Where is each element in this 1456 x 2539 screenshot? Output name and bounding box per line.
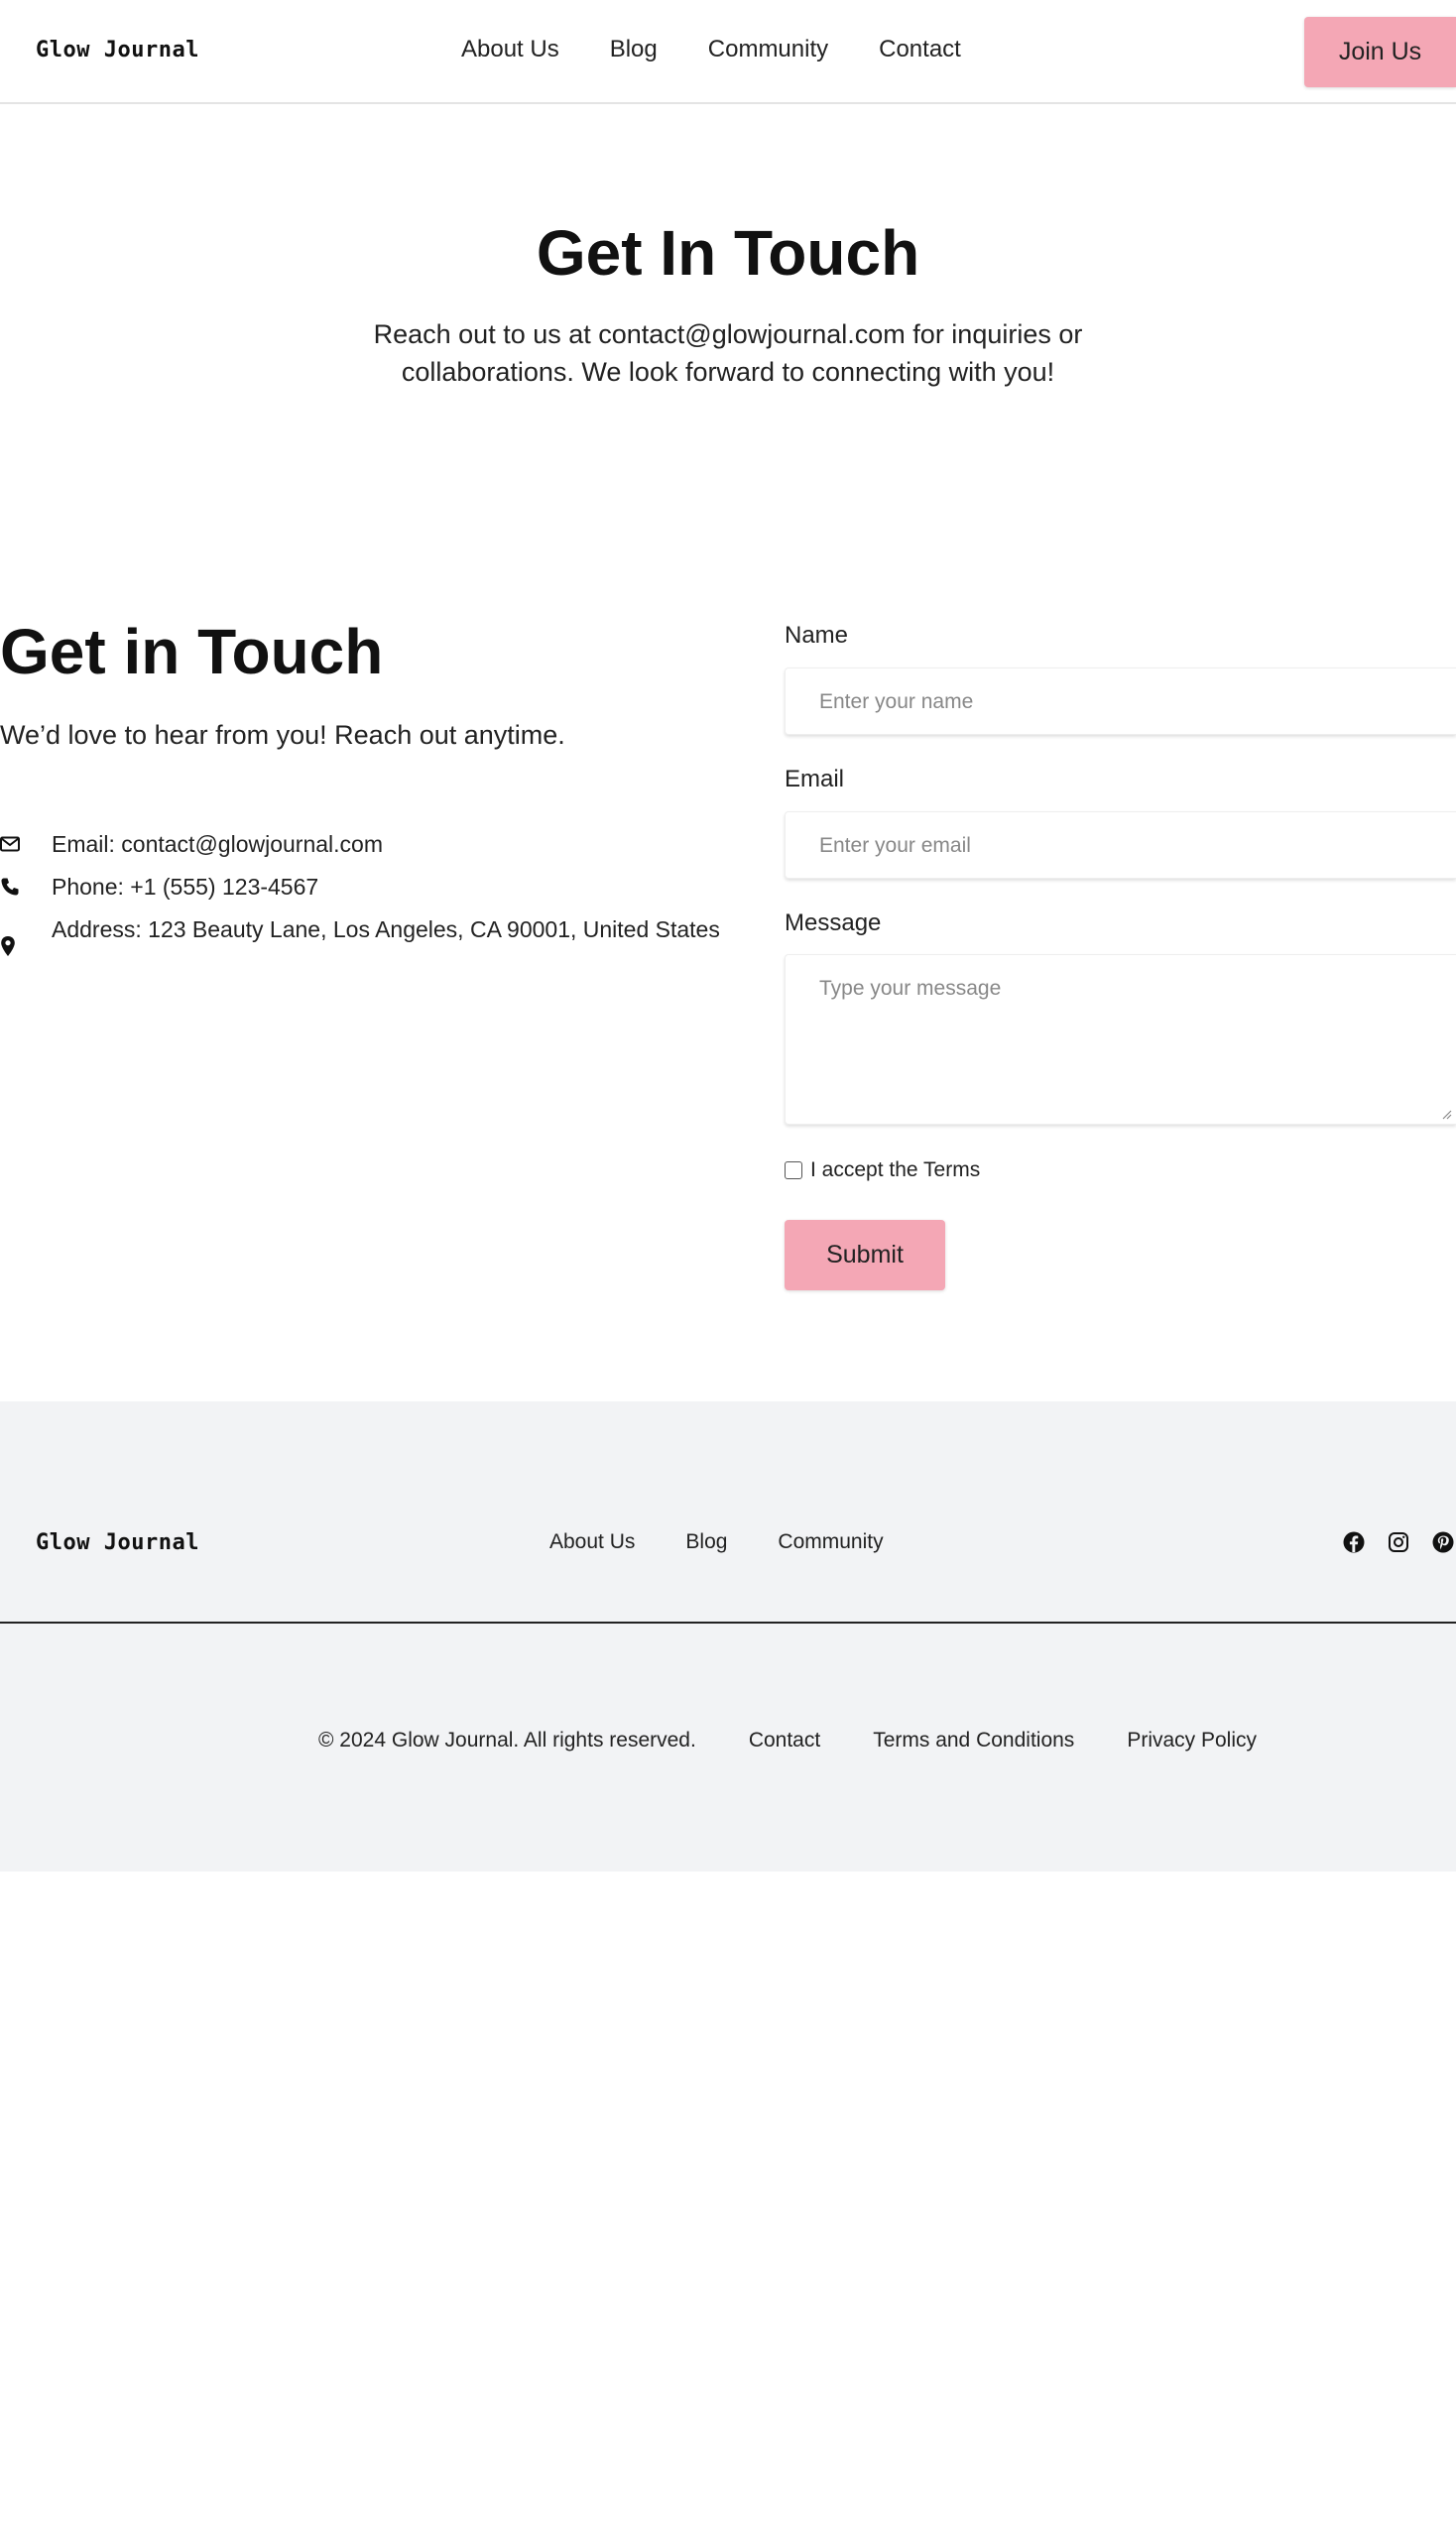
phone-icon bbox=[0, 870, 52, 904]
email-input[interactable]: Enter your email bbox=[785, 811, 1456, 879]
name-label: Name bbox=[785, 622, 849, 649]
terms-row: I accept the Terms bbox=[785, 1158, 980, 1182]
nav-contact[interactable]: Contact bbox=[879, 36, 961, 63]
facebook-icon[interactable] bbox=[1342, 1530, 1366, 1554]
pinterest-icon[interactable] bbox=[1431, 1530, 1455, 1554]
terms-label[interactable]: I accept the Terms bbox=[810, 1158, 980, 1182]
contact-title: Get in Touch bbox=[0, 616, 384, 687]
site-logo[interactable]: Glow Journal bbox=[36, 38, 199, 62]
terms-checkbox[interactable] bbox=[785, 1161, 802, 1179]
copyright-text: © 2024 Glow Journal. All rights reserved… bbox=[318, 1729, 696, 1752]
message-placeholder: Type your message bbox=[819, 977, 1002, 1000]
contact-email-text: Email: contact@glowjournal.com bbox=[52, 831, 383, 857]
main-nav: About Us Blog Community Contact bbox=[461, 36, 1012, 63]
hero-description: Reach out to us at contact@glowjournal.c… bbox=[373, 319, 1083, 387]
footer-nav-about-us[interactable]: About Us bbox=[549, 1530, 635, 1554]
footer-link-contact[interactable]: Contact bbox=[749, 1729, 820, 1753]
nav-blog[interactable]: Blog bbox=[610, 36, 658, 63]
resize-handle-icon[interactable] bbox=[1440, 1108, 1452, 1120]
nav-about-us[interactable]: About Us bbox=[461, 36, 559, 63]
footer-link-terms[interactable]: Terms and Conditions bbox=[873, 1729, 1074, 1753]
footer-nav: About Us Blog Community bbox=[549, 1530, 934, 1554]
contact-email-row: Email: contact@glowjournal.com bbox=[0, 827, 726, 861]
envelope-icon bbox=[0, 827, 52, 861]
site-footer: Glow Journal About Us Blog Community © 2… bbox=[0, 1401, 1456, 1872]
contact-address-row: Address: 123 Beauty Lane, Los Angeles, C… bbox=[0, 912, 726, 980]
contact-subtitle: We’d love to hear from you! Reach out an… bbox=[0, 720, 565, 750]
hero-title: Get In Touch bbox=[536, 217, 920, 289]
contact-phone-text: Phone: +1 (555) 123-4567 bbox=[52, 874, 319, 900]
email-label: Email bbox=[785, 766, 845, 792]
contact-phone-row: Phone: +1 (555) 123-4567 bbox=[0, 870, 726, 904]
map-pin-icon bbox=[0, 912, 52, 980]
social-links bbox=[1342, 1530, 1456, 1554]
site-header: Glow Journal About Us Blog Community Con… bbox=[0, 0, 1456, 104]
join-us-button[interactable]: Join Us bbox=[1304, 17, 1456, 87]
name-input[interactable]: Enter your name bbox=[785, 667, 1456, 735]
footer-link-privacy[interactable]: Privacy Policy bbox=[1127, 1729, 1257, 1753]
footer-bottom-links: © 2024 Glow Journal. All rights reserved… bbox=[318, 1729, 1309, 1753]
message-textarea[interactable]: Type your message bbox=[785, 954, 1456, 1125]
footer-nav-community[interactable]: Community bbox=[778, 1530, 883, 1554]
contact-address-text: Address: 123 Beauty Lane, Los Angeles, C… bbox=[52, 916, 720, 942]
instagram-icon[interactable] bbox=[1387, 1530, 1410, 1554]
footer-divider bbox=[0, 1622, 1456, 1624]
footer-logo[interactable]: Glow Journal bbox=[36, 1530, 199, 1555]
footer-nav-blog[interactable]: Blog bbox=[685, 1530, 727, 1554]
submit-button[interactable]: Submit bbox=[785, 1220, 945, 1290]
message-label: Message bbox=[785, 909, 882, 936]
nav-community[interactable]: Community bbox=[708, 36, 828, 63]
